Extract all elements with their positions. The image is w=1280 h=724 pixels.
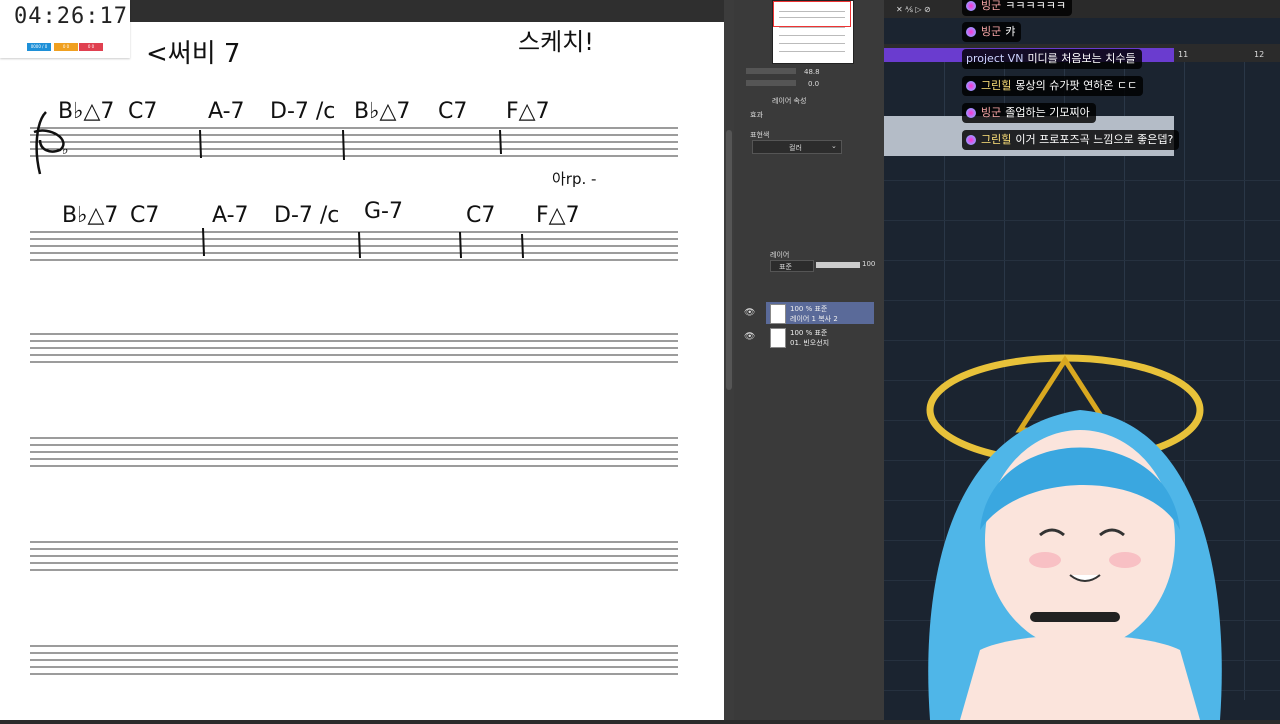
rotate-value[interactable]: 0.0 — [808, 80, 819, 88]
vtuber-avatar — [926, 354, 1222, 720]
chord-label: F△7 — [536, 203, 580, 228]
clock-button-1[interactable]: 0000 / 0 — [27, 43, 51, 51]
expression-value: 컬러 — [789, 144, 802, 152]
svg-text:♭: ♭ — [62, 142, 69, 158]
ruler-number: 12 — [1254, 50, 1265, 59]
layer-mode: 100 % 표준 — [790, 329, 828, 337]
zoom-value[interactable]: 48.8 — [804, 68, 820, 76]
chord-label: F△7 — [506, 99, 550, 124]
tool-panel — [734, 0, 884, 720]
stream-clock: 04:26:17 0000 / 0 0 0 0 0 — [0, 0, 130, 58]
chat-message: 그린힐 몽상의 슈가팟 연하온 ㄷㄷ — [962, 76, 1144, 96]
user-icon — [966, 27, 976, 37]
rotate-slider[interactable] — [746, 80, 796, 86]
chord-label: C7 — [128, 99, 157, 124]
viewport-frame — [773, 1, 851, 27]
arrow-note: 아rp. - — [552, 170, 596, 188]
staff-1 — [30, 127, 678, 157]
chat-message: 그린힐 이거 프로포즈곡 느낌으로 좋은뎁? — [962, 130, 1180, 150]
ruler-number: 11 — [1178, 50, 1189, 59]
chord-label: A-7 — [208, 99, 245, 124]
blend-mode-dropdown[interactable]: 표준 — [770, 260, 814, 272]
clock-time: 04:26:17 — [14, 4, 128, 29]
drawing-canvas[interactable]: <써비 7 스케치! B♭△7 C7 A-7 D-7 /c B♭△7 C7 F△… — [0, 22, 724, 720]
opacity-value[interactable]: 100 — [862, 260, 875, 268]
chord-label: C7 — [438, 99, 467, 124]
zoom-slider[interactable] — [746, 68, 796, 74]
user-icon — [966, 108, 976, 118]
staff-5 — [30, 541, 678, 571]
layer-thumbnail — [770, 328, 786, 348]
layer-name: 레이어 1 복사 2 — [790, 315, 838, 323]
chord-label: G-7 — [364, 199, 403, 224]
chat-message: 빙군 졸업하는 기모찌아 — [962, 103, 1096, 123]
chevron-down-icon: ⌄ — [831, 142, 837, 150]
scrollbar-thumb[interactable] — [726, 130, 732, 390]
staff-3 — [30, 333, 678, 363]
expression-label: 표현색 — [750, 131, 770, 139]
chord-label: D-7 /c — [270, 99, 335, 124]
chord-row-1: B♭△7 C7 A-7 D-7 /c B♭△7 C7 F△7 — [58, 99, 550, 124]
chord-label: B♭△7 — [58, 99, 114, 124]
sheet-title: <써비 7 — [146, 39, 240, 69]
layer-row[interactable]: 100 % 표준 01. 빈오선지 — [766, 326, 874, 348]
chord-label: B♭△7 — [62, 203, 118, 228]
chord-label: A-7 — [212, 203, 249, 228]
staff-6 — [30, 645, 678, 675]
layer-mode: 100 % 표준 — [790, 305, 828, 313]
chord-label: C7 — [130, 203, 159, 228]
navigator-preview[interactable] — [772, 0, 854, 64]
chord-row-2: B♭△7 C7 A-7 D-7 /c G-7 C7 F△7 — [62, 199, 580, 228]
layer-name: 01. 빈오선지 — [790, 339, 830, 347]
chat-message: 빙군 캬 — [962, 22, 1022, 42]
user-icon — [966, 81, 976, 91]
tab-layer[interactable]: 레이어 — [770, 250, 789, 260]
effect-label: 효과 — [750, 111, 763, 119]
tab-layer-property[interactable]: 레이어 속성 — [772, 96, 806, 106]
daw-tool-icons[interactable]: ✕ ⅍ ▷ ⊘ — [896, 5, 931, 14]
chat-message: project VN 미디를 처음보는 치수들 — [962, 49, 1142, 69]
opacity-slider[interactable] — [816, 262, 860, 268]
chord-label: B♭△7 — [354, 99, 410, 124]
daw-toolbar: ✕ ⅍ ▷ ⊘ — [884, 0, 1280, 18]
chord-label: D-7 /c — [274, 203, 339, 228]
clock-button-3[interactable]: 0 0 — [79, 43, 103, 51]
staff-2 — [30, 231, 678, 261]
eye-icon[interactable]: 👁 — [744, 332, 755, 342]
layer-row[interactable]: 100 % 표준 레이어 1 복사 2 — [766, 302, 874, 324]
music-sheet: <써비 7 스케치! B♭△7 C7 A-7 D-7 /c B♭△7 C7 F△… — [30, 28, 678, 675]
staff-4 — [30, 437, 678, 467]
user-icon — [966, 1, 976, 11]
eye-icon[interactable]: 👁 — [744, 308, 755, 318]
chord-label: C7 — [466, 203, 495, 228]
user-icon — [966, 135, 976, 145]
layer-thumbnail — [770, 304, 786, 324]
sheet-note-top-right: 스케치! — [518, 28, 594, 56]
expression-dropdown[interactable]: 컬러 ⌄ — [752, 140, 842, 154]
canvas-top-bar — [130, 0, 724, 22]
blend-mode-value: 표준 — [779, 263, 792, 271]
clock-button-2[interactable]: 0 0 — [54, 43, 78, 51]
chat-message: 빙군 ㅋㅋㅋㅋㅋㅋ — [962, 0, 1072, 16]
